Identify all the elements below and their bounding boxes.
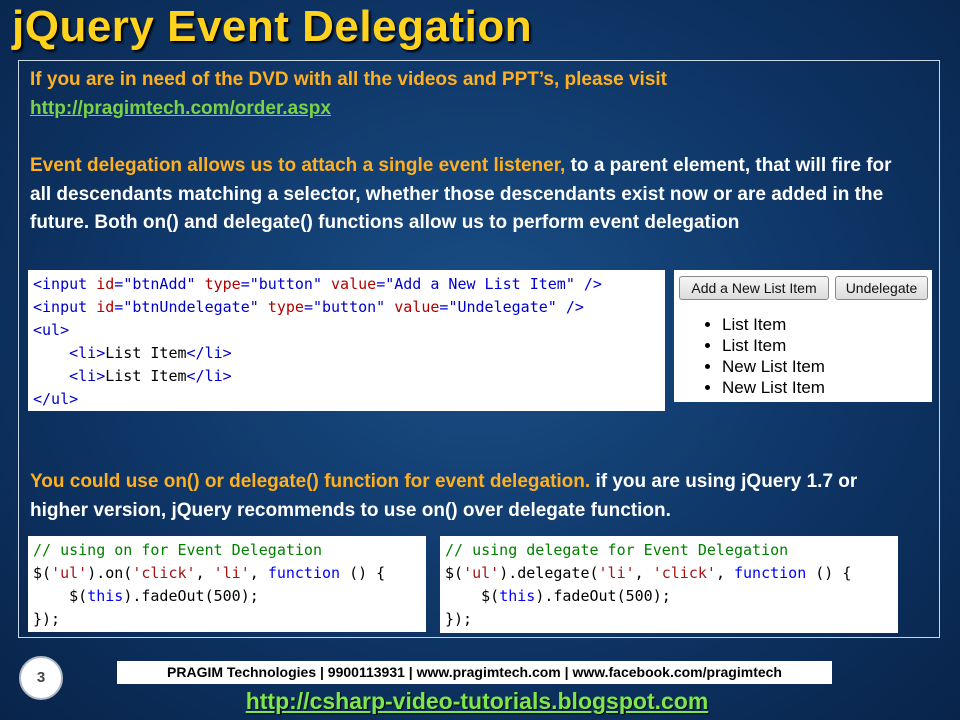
preview-list: List Item List Item New List Item New Li… — [698, 314, 825, 398]
dvd-paragraph: If you are in need of the DVD with all t… — [30, 66, 910, 123]
on-code-line-3: $(this).fadeOut(500); — [33, 587, 259, 605]
code-line-5: <li>List Item</li> — [69, 367, 232, 385]
html-code-box: <input id="btnAdd" type="button" value="… — [28, 270, 665, 411]
slide-title: jQuery Event Delegation — [12, 2, 533, 51]
list-item[interactable]: New List Item — [722, 356, 825, 377]
footer-contact-bar: PRAGIM Technologies | 9900113931 | www.p… — [117, 661, 832, 684]
add-list-item-button[interactable]: Add a New List Item — [679, 276, 829, 300]
list-item[interactable]: List Item — [722, 314, 825, 335]
code-line-3: <ul> — [33, 321, 70, 339]
code-line-6: </ul> — [33, 390, 79, 408]
dvd-line: If you are in need of the DVD with all t… — [30, 69, 668, 90]
on-code-box: // using on for Event Delegation $('ul')… — [28, 536, 426, 632]
definition-highlight: Event delegation allows us to attach a s… — [30, 155, 566, 176]
preview-box: Add a New List Item Undelegate List Item… — [674, 270, 932, 402]
delegate-code-line-3: $(this).fadeOut(500); — [445, 587, 671, 605]
list-item[interactable]: New List Item — [722, 377, 825, 398]
recommendation-highlight: You could use on() or delegate() functio… — [30, 471, 591, 492]
code-line-4: <li>List Item</li> — [69, 344, 232, 362]
definition-paragraph: Event delegation allows us to attach a s… — [30, 152, 910, 238]
delegate-code-comment: // using delegate for Event Delegation — [445, 541, 789, 559]
delegate-code-box: // using delegate for Event Delegation $… — [440, 536, 898, 633]
on-code-comment: // using on for Event Delegation — [33, 541, 322, 559]
delegate-code-line-4: }); — [445, 610, 473, 628]
footer-blog-link[interactable]: http://csharp-video-tutorials.blogspot.c… — [0, 688, 954, 715]
code-line-1: <input id="btnAdd" type="button" value="… — [33, 275, 602, 293]
list-item[interactable]: List Item — [722, 335, 825, 356]
on-code-line-2: $('ul').on('click', 'li', function () { — [33, 564, 386, 582]
recommendation-paragraph: You could use on() or delegate() functio… — [30, 468, 910, 525]
on-code-line-4: }); — [33, 610, 61, 628]
undelegate-button[interactable]: Undelegate — [835, 276, 928, 300]
delegate-code-line-2: $('ul').delegate('li', 'click', function… — [445, 564, 852, 582]
dvd-link[interactable]: http://pragimtech.com/order.aspx — [30, 98, 331, 119]
code-line-2: <input id="btnUndelegate" type="button" … — [33, 298, 584, 316]
